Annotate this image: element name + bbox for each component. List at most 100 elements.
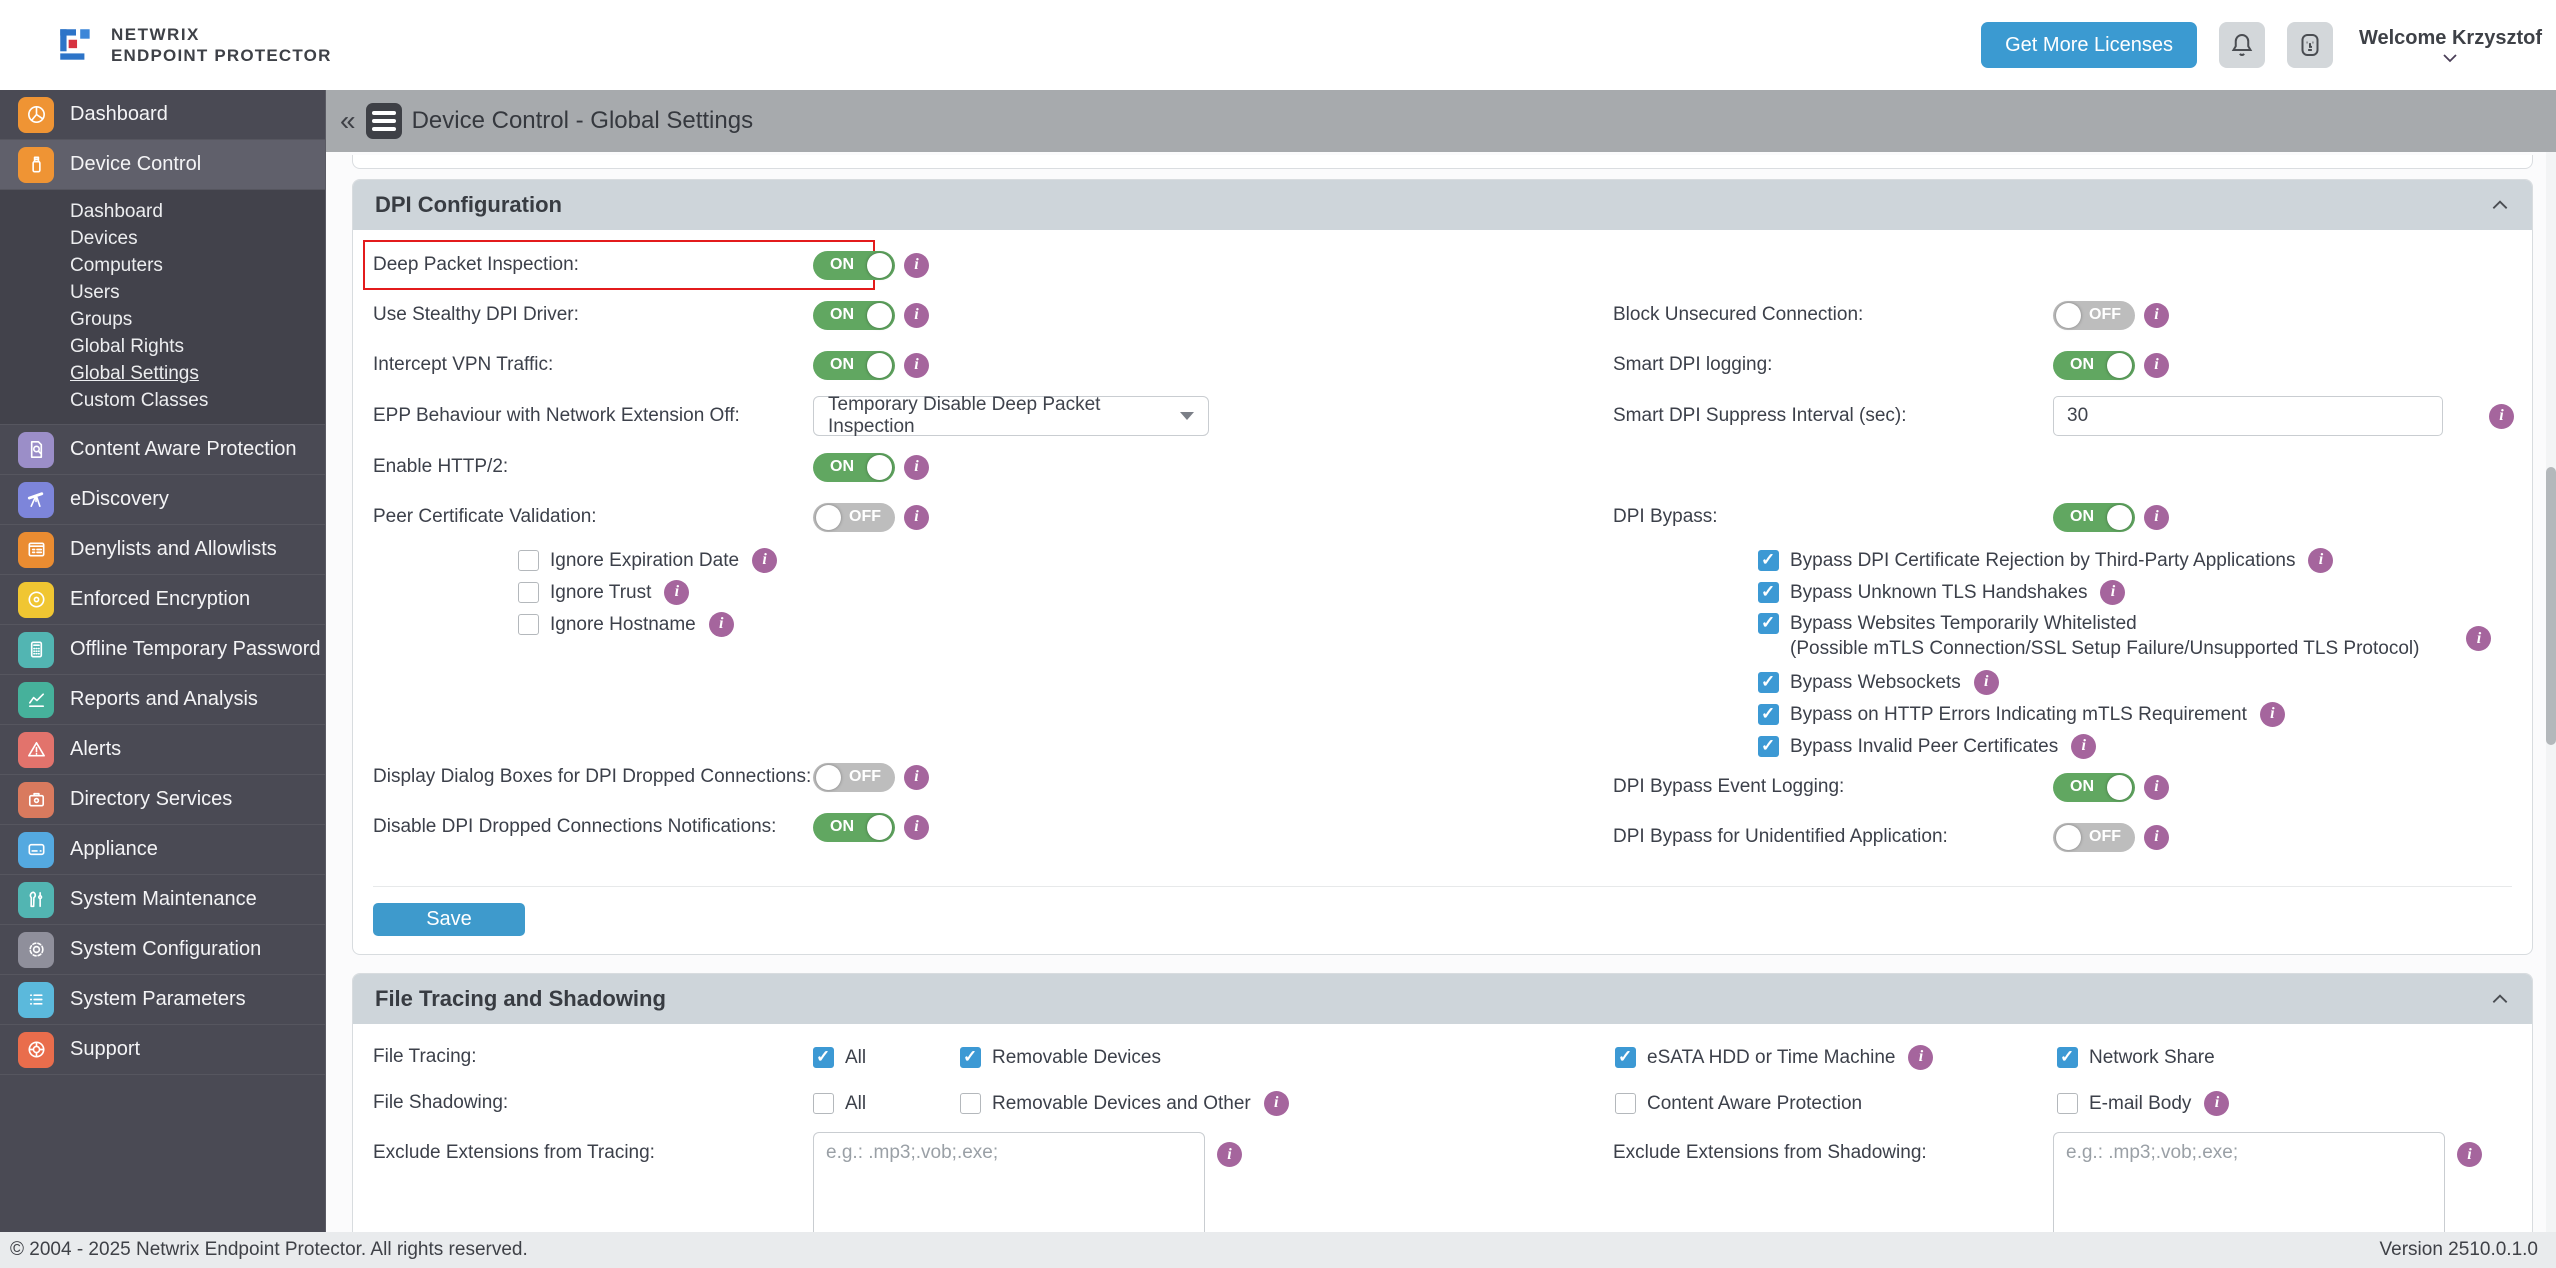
info-icon[interactable]: i xyxy=(2144,505,2169,530)
sidebar-item-content-aware-protection[interactable]: Content Aware Protection xyxy=(0,425,325,475)
sidebar-item-system-parameters[interactable]: System Parameters xyxy=(0,975,325,1025)
submenu-item-groups[interactable]: Groups xyxy=(70,306,132,333)
submenu-item-computers[interactable]: Computers xyxy=(70,252,163,279)
submenu-item-dashboard[interactable]: Dashboard xyxy=(70,198,163,225)
checkbox-bypass-unknown-tls[interactable]: Bypass Unknown TLS Handshakes i xyxy=(1758,576,2514,608)
sidebar-item-reports-analysis[interactable]: Reports and Analysis xyxy=(0,675,325,725)
info-icon[interactable]: i xyxy=(2308,548,2333,573)
main-content: DPI Configuration Deep Packet Inspection… xyxy=(326,152,2556,1232)
use-stealthy-dpi-toggle[interactable]: ON xyxy=(813,301,895,330)
sidebar-item-directory-services[interactable]: Directory Services xyxy=(0,775,325,825)
info-icon[interactable]: i xyxy=(904,815,929,840)
sidebar-item-label: Content Aware Protection xyxy=(70,438,296,461)
sidebar-item-dashboard[interactable]: Dashboard xyxy=(0,90,325,140)
info-icon[interactable]: i xyxy=(1264,1091,1289,1116)
collapse-sidebar-icon[interactable]: « xyxy=(340,107,356,135)
intercept-vpn-toggle[interactable]: ON xyxy=(813,351,895,380)
sidebar-item-support[interactable]: Support xyxy=(0,1025,325,1075)
checkbox-bypass-invalid-peer[interactable]: Bypass Invalid Peer Certificates i xyxy=(1758,730,2514,762)
sidebar-item-enforced-encryption[interactable]: Enforced Encryption xyxy=(0,575,325,625)
info-icon[interactable]: i xyxy=(752,548,777,573)
exclude-shadowing-textarea[interactable] xyxy=(2053,1132,2445,1232)
checkbox-shadowing-content-aware[interactable]: Content Aware Protection xyxy=(1615,1087,2057,1119)
scrollbar-thumb[interactable] xyxy=(2546,467,2556,745)
submenu-item-devices[interactable]: Devices xyxy=(70,225,138,252)
info-icon[interactable]: i xyxy=(2457,1142,2482,1167)
block-unsecured-toggle[interactable]: OFF xyxy=(2053,301,2135,330)
sidebar-item-system-configuration[interactable]: System Configuration xyxy=(0,925,325,975)
info-icon[interactable]: i xyxy=(904,455,929,480)
sidebar-item-device-control[interactable]: Device Control xyxy=(0,140,325,190)
brand-line2: ENDPOINT PROTECTOR xyxy=(111,45,332,66)
smart-dpi-suppress-input[interactable] xyxy=(2053,396,2443,436)
info-icon[interactable]: i xyxy=(904,765,929,790)
info-icon[interactable]: i xyxy=(2144,303,2169,328)
sidebar-item-appliance[interactable]: Appliance xyxy=(0,825,325,875)
info-icon[interactable]: i xyxy=(2204,1091,2229,1116)
info-icon[interactable]: i xyxy=(1908,1045,1933,1070)
deep-packet-inspection-toggle[interactable]: ON xyxy=(813,251,895,280)
checkbox-bypass-http-errors[interactable]: Bypass on HTTP Errors Indicating mTLS Re… xyxy=(1758,698,2514,730)
sidebar-item-ediscovery[interactable]: eDiscovery xyxy=(0,475,325,525)
info-icon[interactable]: i xyxy=(2144,825,2169,850)
info-icon[interactable]: i xyxy=(904,505,929,530)
exclude-tracing-textarea[interactable] xyxy=(813,1132,1205,1232)
menu-icon[interactable] xyxy=(366,103,402,139)
user-menu[interactable]: Welcome Krzysztof xyxy=(2359,27,2542,64)
row-spacer xyxy=(1613,240,2514,290)
checkbox-tracing-network-share[interactable]: Network Share xyxy=(2057,1041,2215,1073)
pie-chart-icon xyxy=(18,97,54,133)
checkbox-shadowing-removable-other[interactable]: Removable Devices and Other i xyxy=(960,1087,1615,1119)
sidebar-item-denylists-allowlists[interactable]: Denylists and Allowlists xyxy=(0,525,325,575)
info-icon[interactable]: i xyxy=(904,253,929,278)
enable-http2-toggle[interactable]: ON xyxy=(813,453,895,482)
save-button[interactable]: Save xyxy=(373,903,525,936)
checkbox-tracing-removable-devices[interactable]: Removable Devices xyxy=(960,1041,1615,1073)
disable-notifications-toggle[interactable]: ON xyxy=(813,813,895,842)
dpi-bypass-toggle[interactable]: ON xyxy=(2053,503,2135,532)
info-icon[interactable]: i xyxy=(2466,626,2491,651)
info-icon[interactable]: i xyxy=(904,303,929,328)
sidebar-item-alerts[interactable]: Alerts xyxy=(0,725,325,775)
smart-dpi-logging-toggle[interactable]: ON xyxy=(2053,351,2135,380)
info-icon[interactable]: i xyxy=(2100,580,2125,605)
checkbox-bypass-websites-whitelisted[interactable]: Bypass Websites Temporarily Whitelisted … xyxy=(1758,608,2514,666)
sidebar-item-system-maintenance[interactable]: System Maintenance xyxy=(0,875,325,925)
vertical-scrollbar[interactable] xyxy=(2546,152,2556,1232)
checkbox-tracing-all[interactable]: All xyxy=(813,1041,960,1073)
display-dialog-toggle[interactable]: OFF xyxy=(813,763,895,792)
submenu-item-users[interactable]: Users xyxy=(70,279,120,306)
checkbox-ignore-expiration-date[interactable]: Ignore Expiration Date i xyxy=(518,544,1613,576)
checkbox-tracing-esata[interactable]: eSATA HDD or Time Machine i xyxy=(1615,1041,2057,1073)
sidebar-item-offline-temporary-password[interactable]: Offline Temporary Password xyxy=(0,625,325,675)
info-icon[interactable]: i xyxy=(1217,1142,1242,1167)
checkbox-shadowing-email-body[interactable]: E-mail Body i xyxy=(2057,1087,2229,1119)
dpi-bypass-event-logging-toggle[interactable]: ON xyxy=(2053,773,2135,802)
info-icon[interactable]: i xyxy=(904,353,929,378)
epp-behaviour-dropdown[interactable]: Temporary Disable Deep Packet Inspection xyxy=(813,396,1209,436)
notifications-button[interactable] xyxy=(2219,22,2265,68)
file-tracing-header[interactable]: File Tracing and Shadowing xyxy=(353,974,2532,1024)
peer-cert-validation-toggle[interactable]: OFF xyxy=(813,503,895,532)
info-icon[interactable]: i xyxy=(709,612,734,637)
info-icon[interactable]: i xyxy=(1974,670,1999,695)
submenu-item-global-rights[interactable]: Global Rights xyxy=(70,333,184,360)
row-peer-certificate-validation: Peer Certificate Validation: OFF i xyxy=(373,492,1613,542)
submenu-item-global-settings[interactable]: Global Settings xyxy=(70,360,199,387)
info-icon[interactable]: i xyxy=(2144,775,2169,800)
checkbox-bypass-websockets[interactable]: Bypass Websockets i xyxy=(1758,666,2514,698)
checkbox-shadowing-all[interactable]: All xyxy=(813,1087,960,1119)
get-more-licenses-button[interactable]: Get More Licenses xyxy=(1981,22,2197,68)
checkbox-bypass-cert-rejection[interactable]: Bypass DPI Certificate Rejection by Thir… xyxy=(1758,544,2514,576)
info-icon[interactable]: i xyxy=(2144,353,2169,378)
checkbox-ignore-hostname[interactable]: Ignore Hostname i xyxy=(518,608,1613,640)
dpi-configuration-header[interactable]: DPI Configuration xyxy=(353,180,2532,230)
info-icon[interactable]: i xyxy=(2071,734,2096,759)
info-icon[interactable]: i xyxy=(2489,404,2514,429)
info-icon[interactable]: i xyxy=(2260,702,2285,727)
dpi-bypass-unidentified-toggle[interactable]: OFF xyxy=(2053,823,2135,852)
account-button[interactable] xyxy=(2287,22,2333,68)
info-icon[interactable]: i xyxy=(664,580,689,605)
submenu-item-custom-classes[interactable]: Custom Classes xyxy=(70,387,208,414)
checkbox-ignore-trust[interactable]: Ignore Trust i xyxy=(518,576,1613,608)
